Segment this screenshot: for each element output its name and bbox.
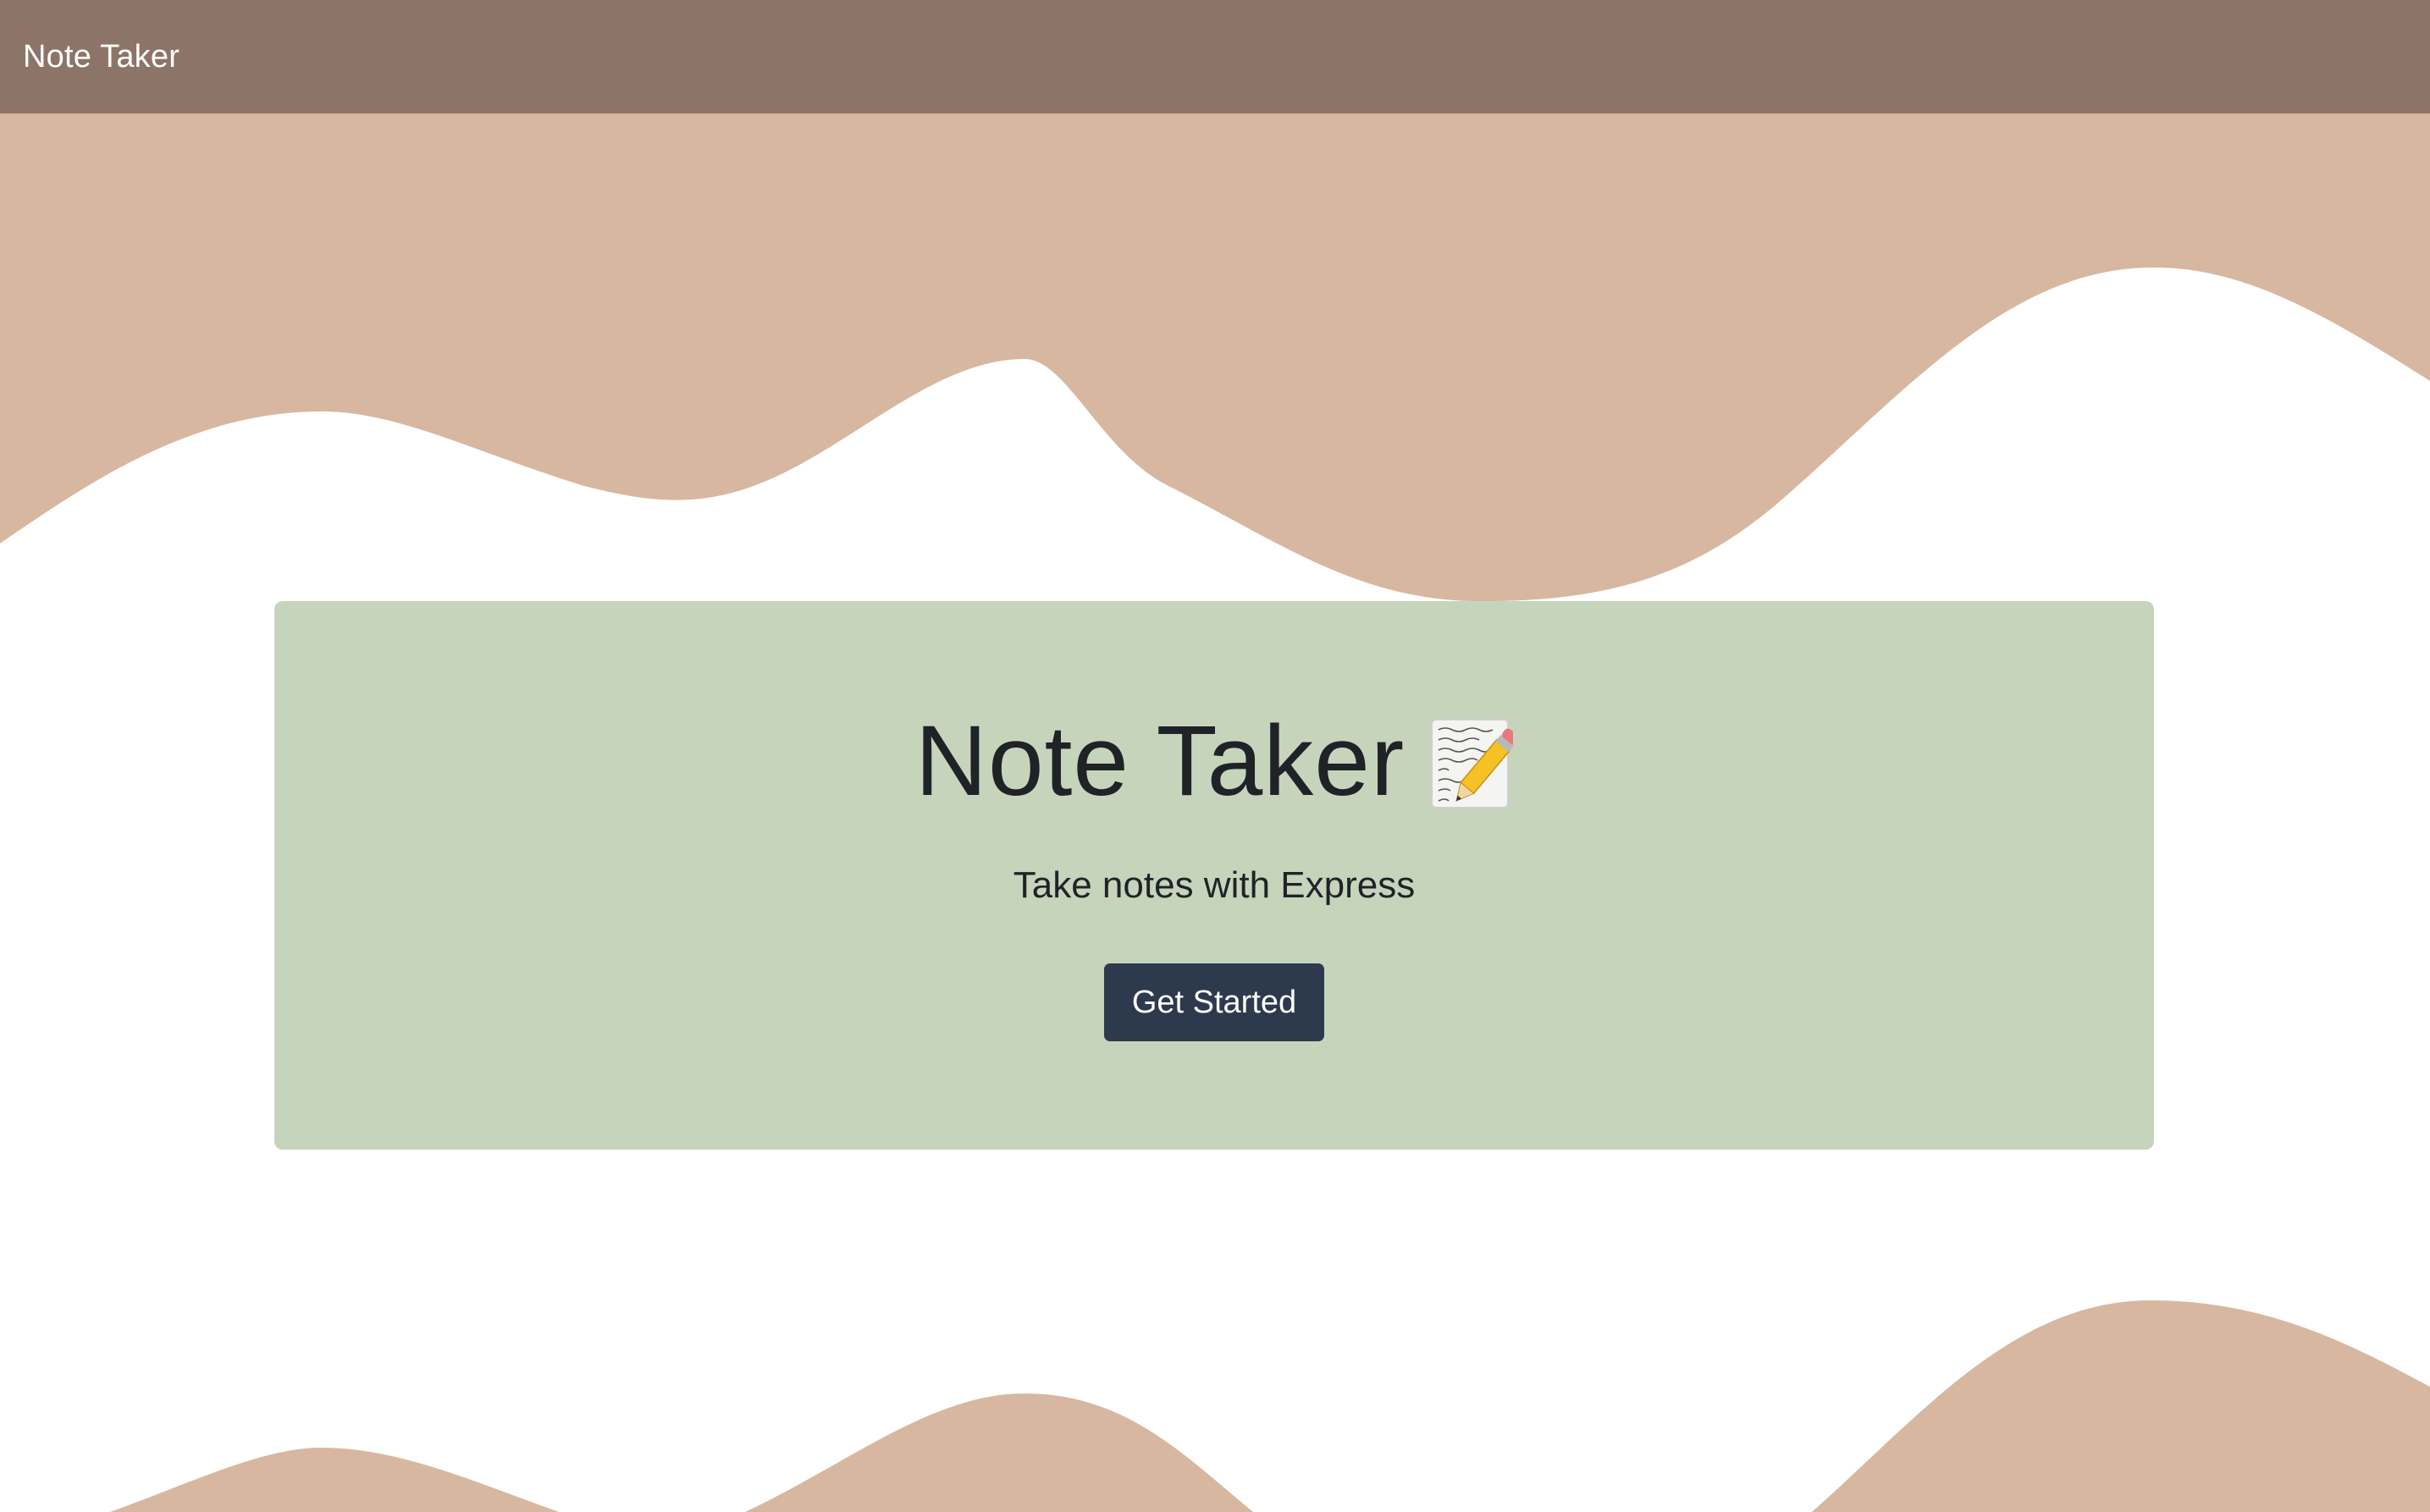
hero-title: Note Taker: [914, 705, 1406, 817]
top-wave-decoration: [0, 113, 2430, 602]
hero-subtitle: Take notes with Express: [1013, 864, 1416, 906]
hero-card: Note Taker Take notes with Express Get S…: [274, 601, 2154, 1150]
bottom-wave-decoration: [110, 1300, 2430, 1512]
hero-title-row: Note Taker: [274, 711, 2154, 811]
top-navbar: Note Taker: [0, 0, 2430, 113]
navbar-brand[interactable]: Note Taker: [23, 41, 179, 73]
get-started-button[interactable]: Get Started: [1104, 963, 1324, 1041]
memo-icon: [1431, 719, 1514, 808]
